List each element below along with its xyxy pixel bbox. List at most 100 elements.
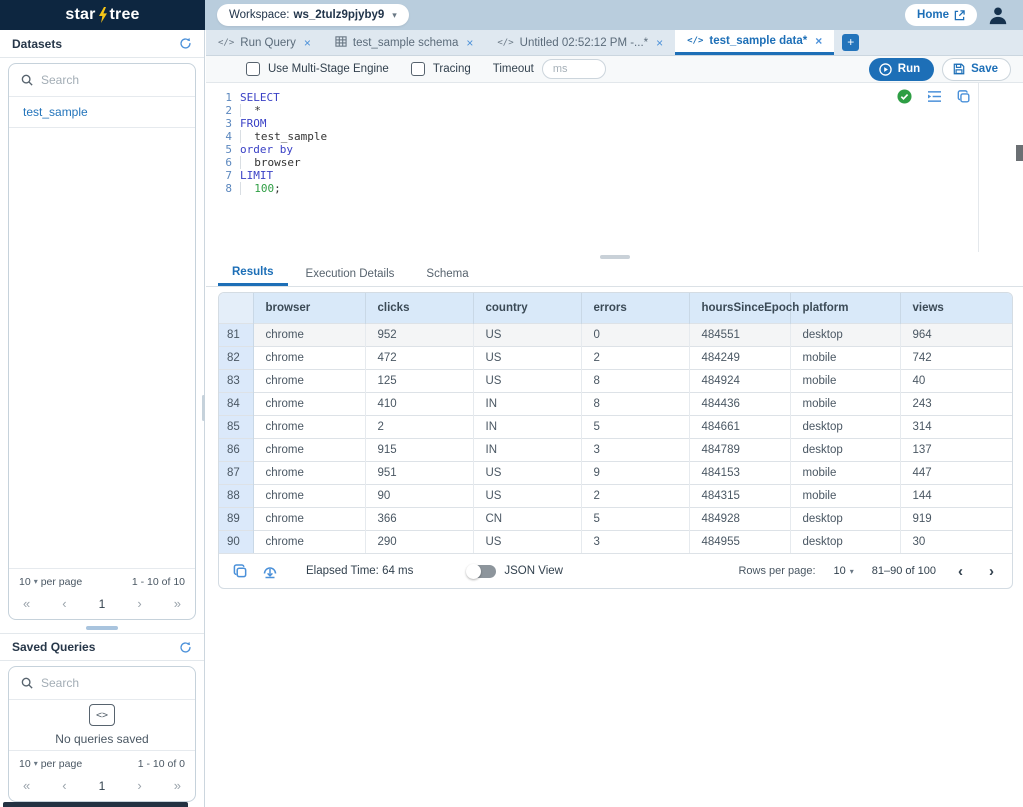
chevron-down-icon: ▾ bbox=[392, 9, 397, 20]
close-icon[interactable]: × bbox=[815, 34, 822, 48]
editor-tab-test-sample-data-[interactable]: </> test_sample data* × bbox=[675, 30, 835, 55]
saved-queries-perpage-select[interactable]: 10 ▾ per page bbox=[19, 758, 82, 770]
saved-queries-refresh-button[interactable] bbox=[179, 641, 192, 654]
tab-schema[interactable]: Schema bbox=[412, 261, 482, 286]
copy-results-icon[interactable] bbox=[233, 563, 248, 579]
line-number: 1 bbox=[225, 91, 232, 104]
logo-text-star: star bbox=[65, 6, 96, 23]
row-number: 90 bbox=[219, 529, 254, 553]
cell: chrome bbox=[253, 483, 366, 507]
editor-code[interactable]: SELECT * FROM test_sample order by browser… bbox=[240, 91, 327, 195]
cell: 2 bbox=[581, 483, 690, 507]
home-button[interactable]: Home bbox=[905, 4, 977, 26]
download-results-icon[interactable] bbox=[262, 563, 278, 579]
sidebar-item-dataset[interactable]: test_sample bbox=[9, 97, 195, 128]
save-button[interactable]: Save bbox=[942, 57, 1011, 81]
run-button[interactable]: Run bbox=[868, 57, 935, 81]
table-row: 90 chrome 290 US 3 484955 desktop 30 bbox=[219, 529, 1012, 553]
table-row: 82 chrome 472 US 2 484249 mobile 742 bbox=[219, 345, 1012, 369]
saved-queries-perpage-value: 10 bbox=[19, 757, 31, 770]
code-line: order by bbox=[240, 143, 327, 156]
datasets-first-page-button[interactable]: « bbox=[23, 596, 30, 611]
cell: 484249 bbox=[689, 345, 791, 369]
lightning-bolt-icon bbox=[98, 7, 107, 23]
avatar[interactable] bbox=[987, 4, 1009, 26]
cell: 243 bbox=[900, 391, 1012, 415]
saved-queries-pager: « ‹ 1 › » bbox=[9, 776, 195, 801]
cell: CN bbox=[473, 506, 582, 530]
cell: chrome bbox=[253, 506, 366, 530]
multi-stage-group: Use Multi-Stage Engine bbox=[246, 62, 389, 76]
vertical-scrollbar[interactable] bbox=[1016, 145, 1023, 161]
chevron-down-icon: ▾ bbox=[33, 577, 38, 587]
close-icon[interactable]: × bbox=[466, 36, 473, 50]
json-view-toggle[interactable] bbox=[466, 563, 497, 579]
editor-tab-bar: </> Run Query × test_sample schema × </> Untit… bbox=[206, 30, 1023, 56]
line-number: 6 bbox=[225, 156, 232, 169]
datasets-title: Datasets bbox=[12, 36, 63, 51]
tab-execution-details[interactable]: Execution Details bbox=[292, 261, 409, 286]
column-header-platform[interactable]: platform bbox=[790, 293, 901, 323]
datasets-perpage-select[interactable]: 10 ▾ per page bbox=[19, 576, 82, 588]
saved-queries-next-page-button[interactable]: › bbox=[137, 778, 141, 793]
toggle-knob bbox=[466, 563, 482, 579]
saved-queries-search-input[interactable] bbox=[41, 676, 171, 691]
split-resize-handle[interactable] bbox=[599, 254, 630, 259]
column-header-hoursSinceEpoch[interactable]: hoursSinceEpoch bbox=[689, 293, 799, 323]
results-prev-page-button[interactable]: ‹ bbox=[954, 563, 967, 580]
code-line: * bbox=[240, 104, 327, 117]
table-header-row: browser clicks country errors hoursSinceEpoc… bbox=[219, 293, 1012, 323]
tracing-checkbox[interactable] bbox=[410, 62, 425, 76]
column-header-browser[interactable]: browser bbox=[253, 293, 366, 323]
cell: chrome bbox=[253, 437, 366, 461]
datasets-card-footer: 10 ▾ per page 1 - 10 of 10 « ‹ 1 › » bbox=[9, 568, 195, 619]
datasets-perpage-suffix: per page bbox=[40, 575, 83, 588]
copy-query-icon[interactable] bbox=[957, 89, 971, 104]
table-row: 87 chrome 951 US 9 484153 mobile 447 bbox=[219, 460, 1012, 484]
cell: US bbox=[473, 322, 582, 346]
results-next-page-button[interactable]: › bbox=[985, 563, 998, 580]
indent-guide bbox=[240, 182, 254, 195]
cell: 952 bbox=[365, 322, 474, 346]
sql-editor[interactable]: 12345678 SELECT * FROM test_sample order b… bbox=[206, 83, 1023, 252]
cell: 8 bbox=[581, 391, 690, 415]
cell: 484661 bbox=[689, 414, 791, 438]
datasets-search-row bbox=[9, 64, 195, 97]
panel-resize-handle[interactable] bbox=[86, 626, 118, 631]
datasets-panel-header: Datasets bbox=[0, 30, 204, 58]
saved-queries-last-page-button[interactable]: » bbox=[174, 778, 181, 793]
datasets-last-page-button[interactable]: » bbox=[174, 596, 181, 611]
cell: 290 bbox=[365, 529, 474, 553]
saved-queries-first-page-button[interactable]: « bbox=[23, 778, 30, 793]
column-header-errors[interactable]: errors bbox=[581, 293, 690, 323]
rows-per-page-select[interactable]: 10 ▾ bbox=[834, 565, 854, 577]
tab-results[interactable]: Results bbox=[218, 261, 288, 286]
editor-tab-run-query[interactable]: </> Run Query × bbox=[206, 30, 323, 55]
json-view-toggle-group: JSON View bbox=[466, 563, 563, 579]
format-query-icon[interactable] bbox=[927, 90, 942, 103]
column-header-views[interactable]: views bbox=[900, 293, 1012, 323]
datasets-prev-page-button[interactable]: ‹ bbox=[62, 596, 66, 611]
column-header-country[interactable]: country bbox=[473, 293, 582, 323]
add-tab-button[interactable]: + bbox=[842, 34, 860, 51]
cut-off-tooltip bbox=[3, 802, 188, 807]
datasets-refresh-button[interactable] bbox=[179, 37, 192, 50]
editor-tab-untitled-02-52-12-pm-[interactable]: </> Untitled 02:52:12 PM -...* × bbox=[485, 30, 675, 55]
cell: US bbox=[473, 345, 582, 369]
timeout-input[interactable] bbox=[541, 59, 606, 79]
datasets-range-text: 1 - 10 of 10 bbox=[131, 575, 185, 588]
datasets-search-input[interactable] bbox=[41, 73, 171, 87]
close-icon[interactable]: × bbox=[304, 36, 311, 50]
close-icon[interactable]: × bbox=[656, 36, 663, 50]
datasets-next-page-button[interactable]: › bbox=[137, 596, 141, 611]
editor-tab-test-sample-schema[interactable]: test_sample schema × bbox=[323, 30, 485, 55]
sidebar-resize-handle[interactable] bbox=[202, 395, 205, 421]
row-number: 89 bbox=[219, 506, 254, 530]
column-header-clicks[interactable]: clicks bbox=[365, 293, 474, 323]
row-number: 88 bbox=[219, 483, 254, 507]
cell: 2 bbox=[365, 414, 474, 438]
workspace-selector[interactable]: Workspace: ws_2tulz9pjyby9 ▾ bbox=[217, 4, 409, 26]
multi-stage-checkbox[interactable] bbox=[246, 62, 260, 76]
user-icon bbox=[989, 7, 1007, 25]
saved-queries-prev-page-button[interactable]: ‹ bbox=[62, 778, 66, 793]
